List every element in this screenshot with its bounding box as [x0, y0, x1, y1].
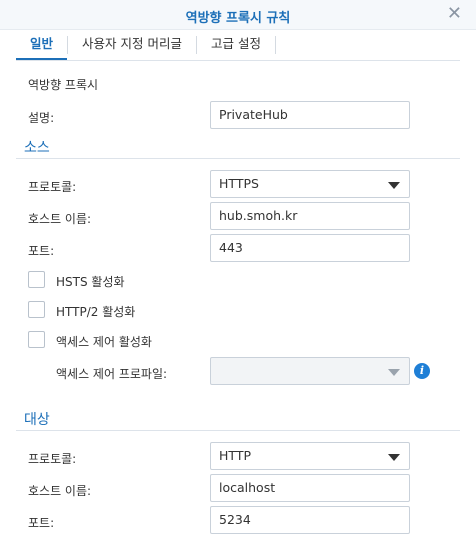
- section-label-reverse-proxy: 역방향 프록시: [28, 78, 99, 92]
- chevron-down-icon: [388, 454, 400, 461]
- description-label: 설명:: [28, 111, 55, 125]
- tab-underline: [16, 60, 460, 61]
- source-port-field[interactable]: 443: [210, 234, 410, 262]
- source-divider: [16, 158, 460, 159]
- source-port-label: 포트:: [28, 244, 55, 258]
- destination-protocol-value: HTTP: [219, 448, 251, 463]
- tab-general[interactable]: 일반: [16, 30, 68, 60]
- tab-bar: 일반 사용자 지정 머리글 고급 설정: [16, 30, 276, 60]
- destination-protocol-select[interactable]: HTTP: [210, 442, 410, 470]
- destination-divider: [16, 430, 460, 431]
- source-hostname-label: 호스트 이름:: [28, 212, 92, 226]
- dialog-titlebar: 역방향 프록시 규칙 ✕: [0, 0, 476, 30]
- http2-checkbox[interactable]: [28, 301, 45, 318]
- access-profile-label: 액세스 제어 프로파일:: [56, 367, 168, 381]
- destination-port-field[interactable]: 5234: [210, 506, 410, 534]
- info-icon[interactable]: i: [414, 363, 430, 379]
- source-section-title: 소스: [24, 140, 50, 156]
- close-icon[interactable]: ✕: [447, 4, 462, 24]
- description-field[interactable]: PrivateHub: [210, 101, 410, 129]
- destination-section-title: 대상: [24, 412, 50, 428]
- destination-hostname-field[interactable]: localhost: [210, 474, 410, 502]
- source-hostname-field[interactable]: hub.smoh.kr: [210, 202, 410, 230]
- tab-divider: [274, 36, 276, 54]
- hsts-checkbox[interactable]: [28, 271, 45, 288]
- destination-port-label: 포트:: [28, 516, 55, 530]
- source-protocol-label: 프로토콜:: [28, 180, 77, 194]
- tab-custom-headers[interactable]: 사용자 지정 머리글: [68, 30, 196, 60]
- source-protocol-select[interactable]: HTTPS: [210, 170, 410, 198]
- access-control-checkbox[interactable]: [28, 331, 45, 348]
- destination-protocol-label: 프로토콜:: [28, 452, 77, 466]
- chevron-down-icon: [388, 369, 400, 376]
- chevron-down-icon: [388, 182, 400, 189]
- destination-hostname-label: 호스트 이름:: [28, 484, 92, 498]
- source-protocol-value: HTTPS: [219, 176, 259, 191]
- access-profile-select[interactable]: [210, 357, 410, 385]
- tab-advanced-settings[interactable]: 고급 설정: [197, 30, 275, 60]
- hsts-label: HSTS 활성화: [56, 275, 125, 289]
- access-control-label: 액세스 제어 활성화: [56, 335, 152, 349]
- http2-label: HTTP/2 활성화: [56, 305, 136, 319]
- dialog-title: 역방향 프록시 규칙: [185, 11, 291, 26]
